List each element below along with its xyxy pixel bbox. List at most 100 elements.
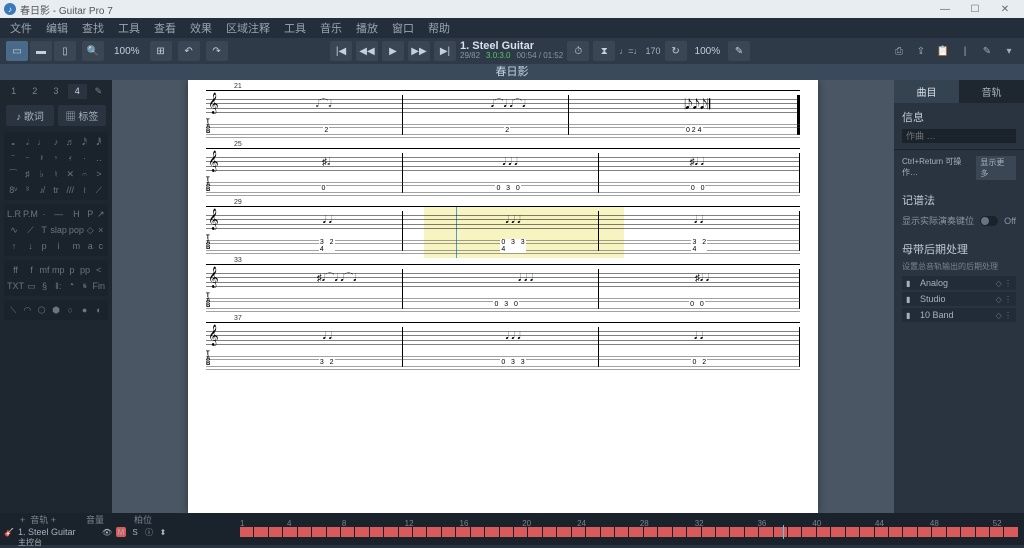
tempo-value[interactable]: 170 — [645, 46, 660, 56]
dyn-cres[interactable]: < — [92, 263, 105, 277]
pal-32[interactable]: 𝅘𝅥𝅰 — [78, 135, 90, 149]
metronome-icon[interactable]: ⏱ — [567, 41, 589, 61]
pal-r16[interactable]: 𝄿 — [64, 151, 76, 165]
dyn-coda[interactable]: 𝄌 — [67, 279, 78, 293]
art-pick[interactable]: p — [40, 239, 49, 253]
pal-x[interactable]: ✕ — [64, 167, 76, 181]
art-let[interactable]: L.R — [7, 207, 21, 221]
menu-help[interactable]: 帮助 — [422, 18, 456, 38]
art-ham[interactable]: H — [69, 207, 84, 221]
loop-button[interactable]: ↻ — [665, 41, 687, 61]
info-composer-field[interactable] — [902, 129, 1016, 143]
pal-r1[interactable]: 𝄻 — [7, 151, 19, 165]
pal-whole[interactable]: 𝅝 — [7, 135, 19, 149]
left-tab-2[interactable]: 2 — [25, 84, 44, 99]
left-tab-1[interactable]: 1 — [4, 84, 23, 99]
mastering-studio[interactable]: ▮Studio◇ ⋮ — [902, 292, 1016, 306]
pal-64[interactable]: 𝅘𝅥𝅱 — [93, 135, 105, 149]
countdown-icon[interactable]: ⧗ — [593, 41, 615, 61]
pal-nat[interactable]: ♮ — [50, 167, 62, 181]
dyn-sect[interactable]: § — [39, 279, 50, 293]
visibility-icon[interactable]: 👁 — [102, 527, 112, 537]
mastering-10band[interactable]: ▮10 Band◇ ⋮ — [902, 308, 1016, 322]
dyn-fine[interactable]: Fin — [92, 279, 105, 293]
pal-dot[interactable]: · — [78, 151, 90, 165]
art-vib[interactable]: ∿ — [7, 223, 21, 237]
menu-effect[interactable]: 效果 — [184, 18, 218, 38]
menu-annotate[interactable]: 区域注释 — [220, 18, 276, 38]
pal-r4[interactable]: 𝄽 — [36, 151, 48, 165]
art-bend[interactable]: ↗ — [96, 207, 105, 221]
art-harm[interactable]: ◇ — [86, 223, 95, 237]
menu-view[interactable]: 查看 — [148, 18, 182, 38]
view-screen-button[interactable]: ▬ — [30, 41, 52, 61]
share-button[interactable]: 📋 — [934, 42, 952, 60]
info-icon[interactable]: ⓘ — [144, 527, 154, 537]
menu-window[interactable]: 窗口 — [386, 18, 420, 38]
undo-button[interactable]: ↶ — [178, 41, 200, 61]
settings-button[interactable]: ▾ — [1000, 42, 1018, 60]
export-button[interactable]: ⇪ — [912, 42, 930, 60]
dyn-seg[interactable]: 𝄋 — [79, 279, 90, 293]
pal-flat[interactable]: ♭ — [36, 167, 48, 181]
art-pull[interactable]: P — [86, 207, 95, 221]
pal-r2[interactable]: 𝄼 — [21, 151, 33, 165]
rewind-button[interactable]: ◀◀ — [356, 41, 378, 61]
timeline-playhead[interactable] — [783, 525, 784, 539]
track-bars[interactable] — [240, 527, 1024, 537]
dyn-f[interactable]: f — [26, 263, 37, 277]
art-slide[interactable]: ⟋ — [23, 223, 38, 237]
right-tab-track[interactable]: 音轨 — [959, 80, 1024, 103]
maximize-button[interactable]: ☐ — [960, 0, 990, 18]
loop-pct[interactable]: 100% — [691, 46, 725, 57]
art-slap[interactable]: slap — [50, 223, 67, 237]
dyn-ff[interactable]: ff — [7, 263, 24, 277]
pal-eighth[interactable]: ♪ — [50, 135, 62, 149]
art-ten[interactable]: — — [50, 207, 67, 221]
auto-1[interactable]: ⟍ — [7, 303, 19, 317]
auto-3[interactable]: ⬡ — [36, 303, 48, 317]
pal-arp[interactable]: ≀ — [78, 183, 90, 197]
go-start-button[interactable]: |◀ — [330, 41, 352, 61]
tags-button[interactable]: ▦ 标签 — [58, 105, 106, 126]
dyn-mp[interactable]: mp — [52, 263, 65, 277]
pal-trem[interactable]: /// — [64, 183, 76, 197]
mute-icon[interactable]: M — [116, 527, 126, 537]
pal-ferm[interactable]: 𝄐 — [78, 167, 90, 181]
art-tap[interactable]: T — [40, 223, 49, 237]
mastering-analog[interactable]: ▮Analog◇ ⋮ — [902, 276, 1016, 290]
dyn-txt[interactable]: TXT — [7, 279, 24, 293]
pal-half[interactable]: 𝅗𝅥 — [21, 135, 33, 149]
art-m[interactable]: m — [69, 239, 84, 253]
view-vertical-button[interactable]: ▯ — [54, 41, 76, 61]
menu-tool2[interactable]: 工具 — [278, 18, 312, 38]
zoom-icon[interactable]: 🔍 — [82, 41, 104, 61]
eq-icon[interactable]: ⬍ — [158, 527, 168, 537]
pal-tie[interactable]: ⁀ — [7, 167, 19, 181]
minimize-button[interactable]: — — [930, 0, 960, 18]
play-button[interactable]: ▶ — [382, 41, 404, 61]
pal-grace[interactable]: ♪̸ — [36, 183, 48, 197]
menu-play[interactable]: 播放 — [350, 18, 384, 38]
art-dead[interactable]: × — [96, 223, 105, 237]
tuner-button[interactable]: ✎ — [728, 41, 750, 61]
pal-quarter[interactable]: ♩ — [36, 135, 48, 149]
art-up[interactable]: ↑ — [7, 239, 21, 253]
dyn-chord[interactable]: ▭ — [26, 279, 37, 293]
art-dn[interactable]: ↓ — [23, 239, 38, 253]
dyn-pp[interactable]: pp — [79, 263, 90, 277]
art-stac[interactable]: · — [40, 207, 49, 221]
left-tab-edit-icon[interactable]: ✎ — [89, 84, 108, 99]
pal-acc[interactable]: > — [93, 167, 105, 181]
forward-button[interactable]: ▶▶ — [408, 41, 430, 61]
pal-8va[interactable]: 8ᵛ — [7, 183, 19, 197]
pal-16[interactable]: ♬ — [64, 135, 76, 149]
auto-6[interactable]: ● — [78, 303, 90, 317]
right-tab-song[interactable]: 曲目 — [894, 80, 959, 103]
dyn-p[interactable]: p — [67, 263, 78, 277]
pal-ddot[interactable]: ‥ — [93, 151, 105, 165]
menu-music[interactable]: 音乐 — [314, 18, 348, 38]
zoom-value[interactable]: 100% — [110, 46, 144, 57]
menu-file[interactable]: 文件 — [4, 18, 38, 38]
auto-5[interactable]: ○ — [64, 303, 76, 317]
